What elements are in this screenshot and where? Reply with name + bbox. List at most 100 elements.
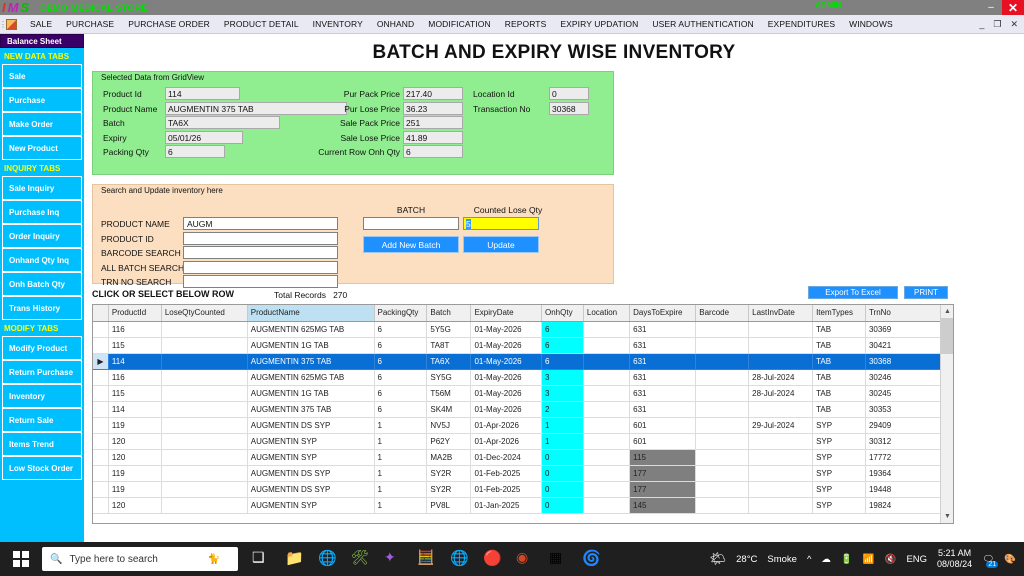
cell-onhqty[interactable]: 3 (541, 369, 584, 386)
cell-daystoexpire[interactable]: 631 (629, 321, 697, 338)
sidebar-item-purchase-inq[interactable]: Purchase Inq (2, 200, 82, 224)
cell-itemtypes[interactable]: SYP (812, 433, 866, 450)
cell-trnno[interactable]: 30369 (865, 321, 942, 338)
cell-batch[interactable]: TA6X (426, 353, 472, 370)
cell-packingqty[interactable]: 6 (374, 369, 428, 386)
cell-onhqty[interactable]: 0 (541, 497, 584, 514)
row-selector[interactable] (93, 385, 109, 402)
calculator-icon[interactable]: 🧮 (417, 549, 437, 569)
cell-productid[interactable]: 120 (108, 449, 162, 466)
cell-lastinvdate[interactable] (748, 481, 814, 498)
cell-loseqtycounted[interactable] (161, 497, 248, 514)
cell-trnno[interactable]: 30353 (865, 401, 942, 418)
row-selector[interactable] (93, 481, 109, 498)
cell-expirydate[interactable]: 01-May-2026 (470, 353, 542, 370)
column-header-onhqty[interactable]: OnhQty (541, 305, 584, 322)
cell-productid[interactable]: 119 (108, 481, 162, 498)
selected-product-id-input[interactable]: 114 (165, 87, 240, 100)
cell-itemtypes[interactable]: TAB (812, 337, 866, 354)
cell-packingqty[interactable]: 6 (374, 337, 428, 354)
taskbar-search-input[interactable]: 🔍 Type here to search 🐈 (42, 547, 238, 571)
search-product-name-input[interactable]: AUGM (183, 217, 338, 230)
inventory-grid[interactable]: ProductId LoseQtyCounted ProductName Packin… (92, 304, 954, 524)
mdi-close-icon[interactable]: ✕ (1010, 19, 1018, 30)
table-row[interactable]: 114 AUGMENTIN 375 TAB 6 SK4M 01-May-2026 2 631… (93, 401, 942, 418)
row-selector[interactable] (93, 369, 109, 386)
selected-location-id-input[interactable]: 0 (549, 87, 589, 100)
cell-loseqtycounted[interactable] (161, 369, 248, 386)
cell-barcode[interactable] (695, 385, 750, 402)
cell-packingqty[interactable]: 1 (374, 449, 428, 466)
cell-onhqty[interactable]: 2 (541, 401, 584, 418)
table-row[interactable]: 119 AUGMENTIN DS SYP 1 SY2R 01-Feb-2025 0 177 S… (93, 481, 942, 498)
cell-lastinvdate[interactable] (748, 401, 814, 418)
search-product-id-input[interactable] (183, 231, 338, 245)
cell-itemtypes[interactable]: TAB (812, 369, 866, 386)
column-header-productid[interactable]: ProductId (108, 305, 162, 322)
cell-location[interactable] (583, 337, 631, 354)
cell-trnno[interactable]: 19364 (865, 465, 942, 482)
cell-trnno[interactable]: 30245 (865, 385, 942, 402)
cell-packingqty[interactable]: 6 (374, 321, 428, 338)
cell-itemtypes[interactable]: TAB (812, 353, 866, 370)
cell-loseqtycounted[interactable] (161, 401, 248, 418)
cell-productname[interactable]: AUGMENTIN DS SYP (247, 481, 375, 498)
cell-packingqty[interactable]: 6 (374, 385, 428, 402)
volume-mute-icon[interactable]: 🔇 (885, 554, 897, 565)
cell-productid[interactable]: 115 (108, 385, 162, 402)
battery-icon[interactable]: 🔋 (841, 554, 853, 565)
cell-daystoexpire[interactable]: 601 (629, 417, 697, 434)
cell-itemtypes[interactable]: SYP (812, 481, 866, 498)
cell-location[interactable] (583, 385, 631, 402)
sidebar-item-order-inquiry[interactable]: Order Inquiry (2, 224, 82, 248)
start-button-icon[interactable] (0, 542, 42, 576)
weather-temp[interactable]: 28°C (736, 554, 757, 565)
selected-pur-lose-price-input[interactable]: 36.23 (403, 101, 463, 115)
cell-expirydate[interactable]: 01-May-2026 (470, 369, 542, 386)
scrollbar-thumb[interactable] (941, 318, 953, 354)
cell-productid[interactable]: 120 (108, 497, 162, 514)
cell-location[interactable] (583, 417, 631, 434)
tray-expand-icon[interactable]: ^ (807, 554, 811, 565)
sidebar-item-sale-inquiry[interactable]: Sale Inquiry (2, 176, 82, 200)
cell-trnno[interactable]: 19824 (865, 497, 942, 514)
sidebar-item-trans-history[interactable]: Trans History (2, 296, 82, 320)
cell-trnno[interactable]: 29409 (865, 417, 942, 434)
selected-sale-pack-price-input[interactable]: 251 (403, 116, 463, 129)
sidebar-item-return-purchase[interactable]: Return Purchase (2, 360, 82, 384)
cell-onhqty[interactable]: 6 (541, 353, 584, 370)
menu-item-reports[interactable]: REPORTS (498, 15, 554, 34)
cell-daystoexpire[interactable]: 631 (629, 385, 697, 402)
cell-lastinvdate[interactable] (748, 433, 814, 450)
cell-itemtypes[interactable]: TAB (812, 401, 866, 418)
dev-tools-icon[interactable]: 🛠 (351, 549, 371, 569)
table-row[interactable]: 116 AUGMENTIN 625MG TAB 6 SY5G 01-May-2026 3 6… (93, 369, 942, 386)
cell-location[interactable] (583, 449, 631, 466)
cell-daystoexpire[interactable]: 631 (629, 337, 697, 354)
cell-barcode[interactable] (695, 481, 750, 498)
cell-loseqtycounted[interactable] (161, 449, 248, 466)
cell-productname[interactable]: AUGMENTIN SYP (247, 497, 375, 514)
cell-packingqty[interactable]: 1 (374, 481, 428, 498)
cell-daystoexpire[interactable]: 631 (629, 353, 697, 370)
wps-icon[interactable]: 🎨 (1004, 554, 1016, 565)
search-barcode-search-input[interactable] (183, 246, 338, 259)
cell-barcode[interactable] (695, 337, 750, 354)
cell-trnno[interactable]: 30246 (865, 369, 942, 386)
sidebar-item-onh-batch-qty[interactable]: Onh Batch Qty (2, 272, 82, 296)
menu-item-inventory[interactable]: INVENTORY (306, 15, 370, 34)
cell-trnno[interactable]: 30368 (865, 353, 942, 370)
onedrive-icon[interactable]: ☁ (821, 554, 831, 565)
cell-daystoexpire[interactable]: 631 (629, 401, 697, 418)
table-row[interactable]: 116 AUGMENTIN 625MG TAB 6 5Y5G 01-May-2026 6 6… (93, 321, 942, 338)
batch-input[interactable] (363, 217, 459, 230)
selected-batch-input[interactable]: TA6X (165, 116, 280, 129)
table-row[interactable]: 115 AUGMENTIN 1G TAB 6 T56M 01-May-2026 3 631 2… (93, 385, 942, 402)
cell-barcode[interactable] (695, 369, 750, 386)
cell-lastinvdate[interactable] (748, 337, 814, 354)
cell-onhqty[interactable]: 0 (541, 465, 584, 482)
menu-item-windows[interactable]: WINDOWS (842, 15, 900, 34)
cell-loseqtycounted[interactable] (161, 385, 248, 402)
cell-location[interactable] (583, 433, 631, 450)
mdi-minimize-icon[interactable]: _ (979, 19, 984, 29)
